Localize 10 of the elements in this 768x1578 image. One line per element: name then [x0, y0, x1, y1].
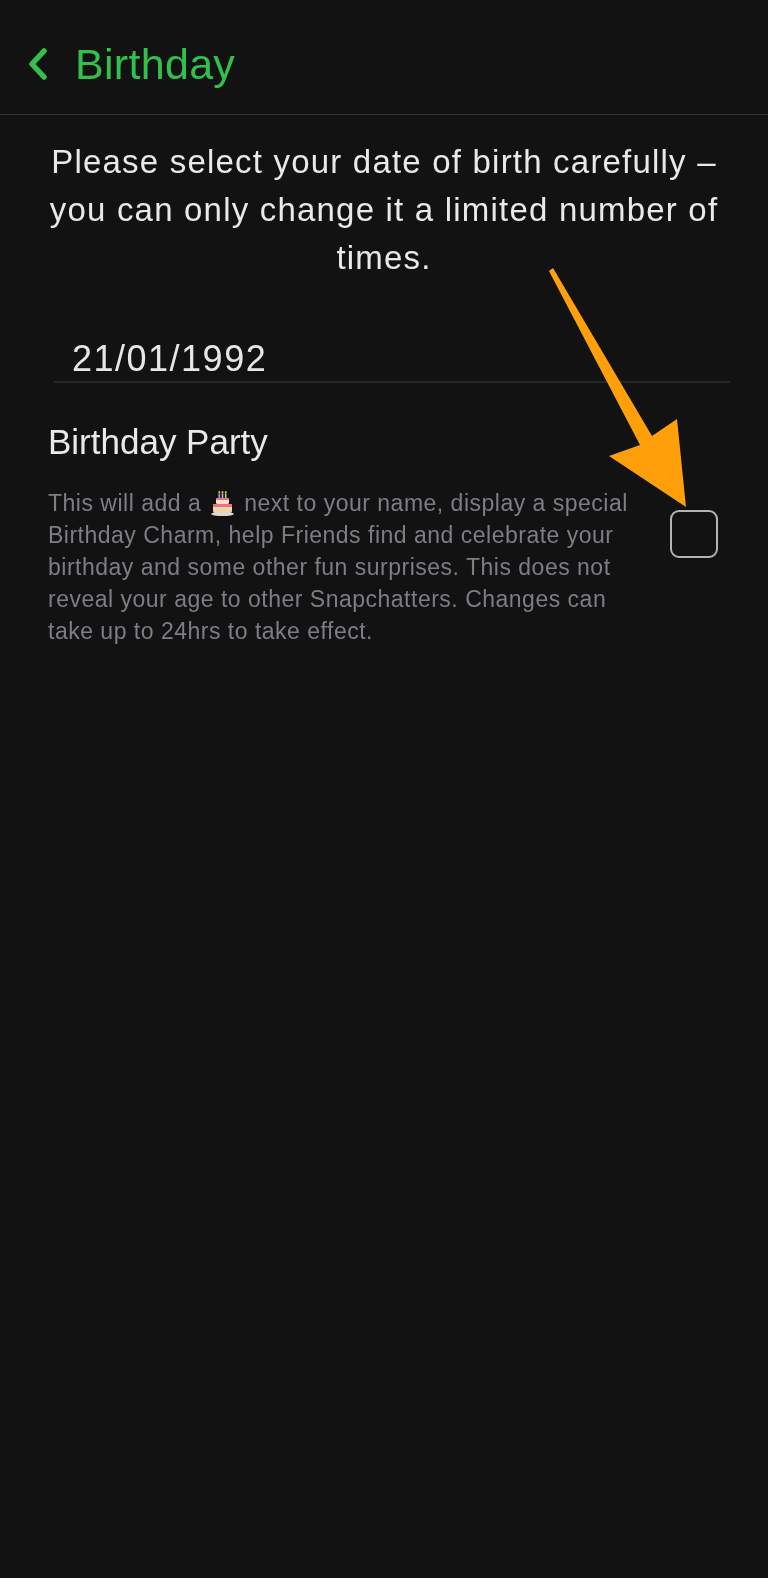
checkbox[interactable] [670, 510, 718, 558]
description-text: next to your name, display a special [244, 489, 628, 518]
description-text: This will add a [48, 489, 202, 518]
cake-icon [211, 490, 235, 516]
description-text: Birthday Charm, help Friends find and celebrate your birthday and some other fun surprises. This does not reveal your age to other Snapchatters. Changes can take up to 24hrs to take effect. [48, 521, 615, 646]
page-title: Birthday [75, 39, 236, 89]
section-title: Birthday Party [48, 421, 268, 463]
date-field[interactable]: 21/01/1992 [54, 339, 730, 383]
intro-text: Please select your date of birth carefully – you can only change it a limited number of times. [48, 142, 720, 278]
back-icon [27, 48, 48, 80]
